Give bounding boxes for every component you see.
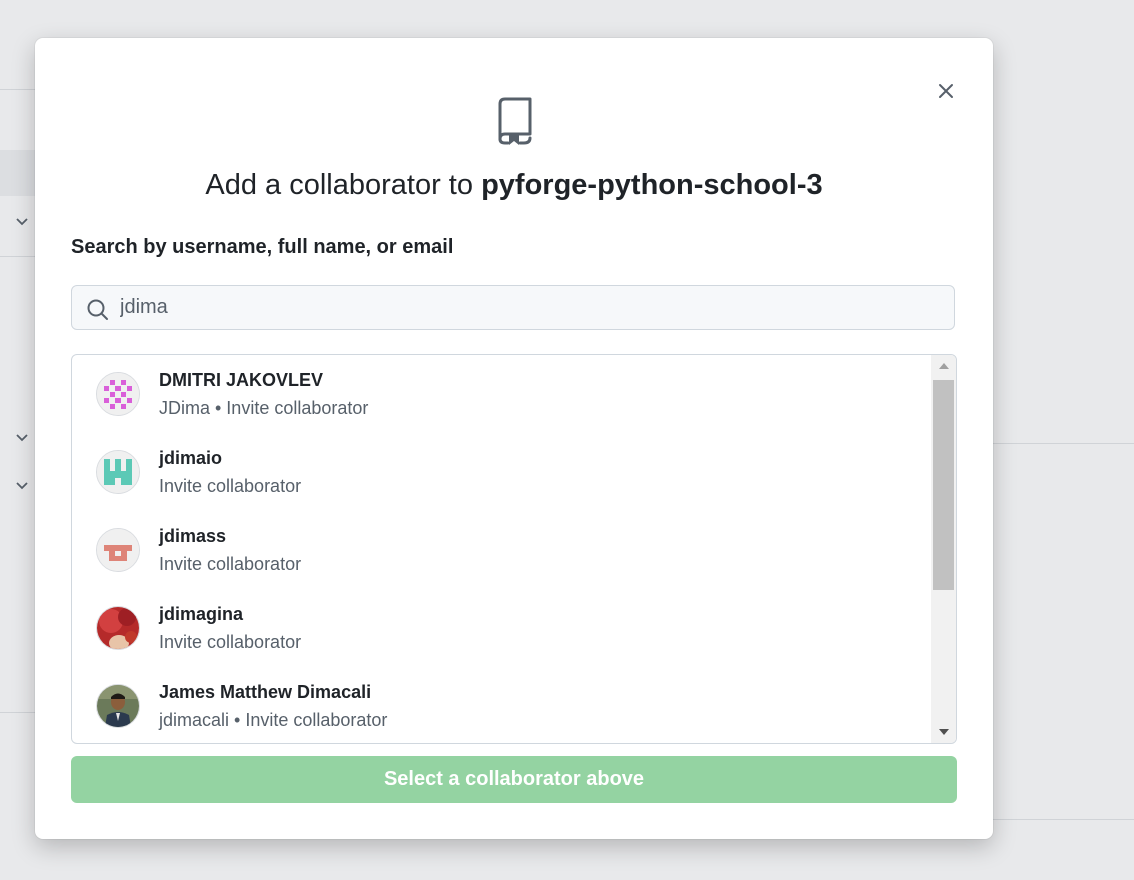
result-subtitle: jdimacali • Invite collaborator [159, 710, 388, 730]
result-name: jdimaio [159, 448, 223, 468]
result-name: James Matthew Dimacali [159, 682, 372, 702]
result-name: jdimagina [159, 604, 244, 624]
dialog-title: Add a collaborator to pyforge-python-sch… [35, 169, 993, 202]
chevron-down-icon [14, 429, 30, 445]
result-item[interactable]: James Matthew Dimacali jdimacali • Invit… [72, 667, 930, 743]
chevron-down-icon [14, 477, 30, 493]
result-name: DMITRI JAKOVLEV [159, 370, 324, 390]
select-collaborator-button[interactable]: Select a collaborator above [71, 756, 957, 803]
repo-icon [494, 96, 534, 146]
result-subtitle: JDima • Invite collaborator [159, 398, 369, 418]
background-divider [0, 256, 35, 257]
background-divider [993, 819, 1134, 820]
result-item[interactable]: jdimaio Invite collaborator [72, 433, 930, 511]
avatar [96, 372, 140, 416]
result-subtitle: Invite collaborator [159, 554, 302, 574]
search-icon [87, 299, 108, 320]
avatar [96, 450, 140, 494]
search-input[interactable] [120, 286, 940, 329]
result-subtitle: Invite collaborator [159, 632, 302, 652]
dialog-title-prefix: Add a collaborator to [205, 169, 473, 201]
scroll-up-button[interactable] [931, 355, 956, 377]
close-icon [939, 84, 953, 98]
add-collaborator-dialog: Add a collaborator to pyforge-python-sch… [35, 38, 993, 839]
scroll-thumb[interactable] [933, 380, 954, 590]
result-item[interactable]: jdimagina Invite collaborator [72, 589, 930, 667]
background-row [0, 150, 35, 196]
avatar [96, 606, 140, 650]
result-name: jdimass [159, 526, 227, 546]
triangle-up-icon [938, 363, 949, 369]
results-list: DMITRI JAKOVLEV JDima • Invite collabora… [71, 354, 957, 744]
result-subtitle: Invite collaborator [159, 476, 302, 496]
background-divider [0, 712, 35, 713]
background-divider [0, 89, 35, 90]
scroll-down-button[interactable] [931, 721, 956, 743]
result-item[interactable]: jdimass Invite collaborator [72, 511, 930, 589]
close-button[interactable] [935, 80, 957, 102]
chevron-down-icon [14, 213, 30, 229]
background-divider [993, 443, 1134, 444]
triangle-down-icon [938, 729, 949, 735]
repo-name: pyforge-python-school-3 [481, 169, 823, 201]
results-scrollbar[interactable] [931, 355, 956, 743]
search-field[interactable] [71, 285, 955, 330]
avatar [96, 528, 140, 572]
search-label: Search by username, full name, or email [71, 236, 454, 258]
avatar [96, 684, 140, 728]
result-item[interactable]: DMITRI JAKOVLEV JDima • Invite collabora… [72, 355, 930, 433]
